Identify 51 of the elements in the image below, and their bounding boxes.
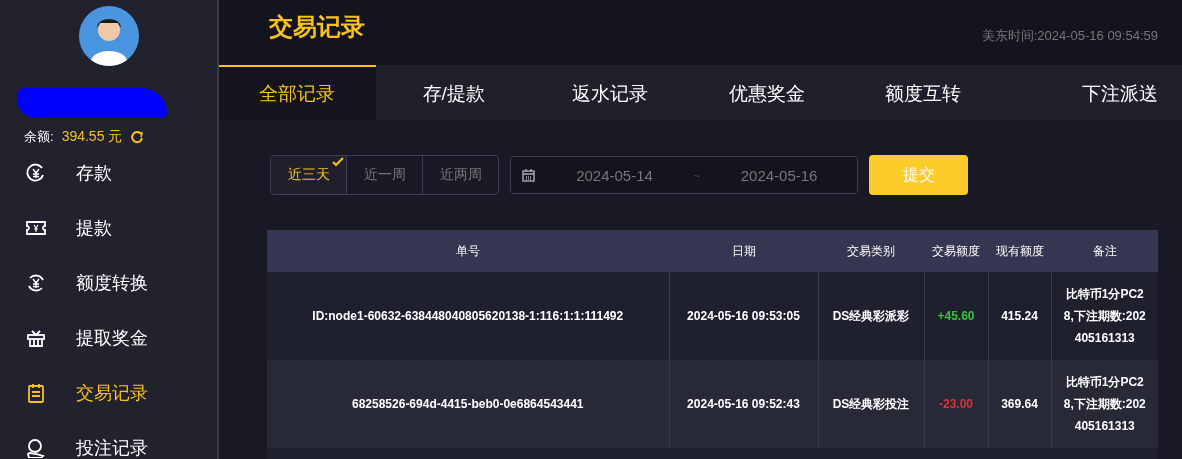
avatar (78, 6, 139, 66)
end-date-field[interactable]: 2024-05-16 (716, 166, 842, 184)
table-cell: 2024-05-16 09:52:43 (687, 397, 800, 411)
table-cell: 369.64 (1001, 397, 1038, 411)
table-cell: 68258526-694d-4415-beb0-0e6864543441 (352, 397, 584, 411)
note-text: 比特币1分PC28,下注期数:202405161313 (1062, 374, 1147, 435)
clock-text: 美东时间:2024-05-16 09:54:59 (981, 26, 1158, 45)
date-range-field[interactable]: 2024-05-14 ~ 2024-05-16 (510, 156, 858, 194)
column-header: 交易额度 (924, 230, 988, 272)
column-header: 备注 (1051, 230, 1158, 272)
table-cell: -23.00 (939, 397, 973, 411)
column-header: 单号 (267, 230, 669, 272)
tab[interactable]: 存/提款 (375, 65, 532, 120)
table-cell: DS经典彩投注 (832, 397, 910, 411)
yen-circle-icon (26, 162, 46, 183)
table-cell: 415.24 (1001, 309, 1038, 323)
yen-cycle-icon (26, 272, 46, 293)
sidebar-item[interactable]: 交易记录 (0, 365, 217, 420)
sidebar-item[interactable]: 额度转换 (0, 255, 217, 310)
column-header: 日期 (669, 230, 818, 272)
table-cell: DS经典彩派彩 (832, 309, 910, 323)
table-cell: +45.60 (937, 309, 975, 323)
sidebar-item[interactable]: 存款 (0, 145, 217, 200)
table-cell: ID:node1-60632-638448040805620138-1:116:1:1:111492 (312, 309, 624, 323)
page-title: 交易记录 (269, 11, 365, 42)
tab[interactable]: 全部记录 (219, 65, 376, 120)
tab[interactable]: 返水记录 (532, 65, 689, 120)
sidebar-item[interactable]: 投注记录 (0, 420, 217, 459)
check-icon (332, 157, 344, 167)
range-option[interactable]: 近一周 (346, 156, 422, 194)
tab[interactable]: 优惠奖金 (688, 65, 845, 120)
tab[interactable]: 下注派送 (1001, 65, 1182, 120)
range-option[interactable]: 近两周 (422, 156, 498, 194)
sidebar-item[interactable]: 提款 (0, 200, 217, 255)
ticket-icon (25, 219, 47, 236)
clipboard-icon (27, 382, 45, 403)
bet-record-icon (26, 437, 46, 458)
sidebar-item[interactable]: 提取奖金 (0, 310, 217, 365)
start-date-field[interactable]: 2024-05-14 (552, 166, 677, 184)
column-header: 交易类别 (818, 230, 924, 272)
refresh-icon[interactable] (130, 130, 145, 144)
range-separator: ~ (693, 167, 701, 183)
column-header: 现有额度 (988, 230, 1051, 272)
balance-label: 余额: (24, 128, 54, 146)
gift-icon (26, 327, 46, 348)
balance-value: 394.55 元 (61, 128, 123, 146)
note-text: 比特币1分PC28,下注期数:202405161313 (1062, 286, 1147, 347)
range-option[interactable]: 近三天 (271, 156, 346, 194)
table-cell: 2024-05-16 09:53:05 (687, 309, 800, 323)
tab[interactable]: 额度互转 (845, 65, 1002, 120)
calendar-icon (522, 168, 535, 182)
